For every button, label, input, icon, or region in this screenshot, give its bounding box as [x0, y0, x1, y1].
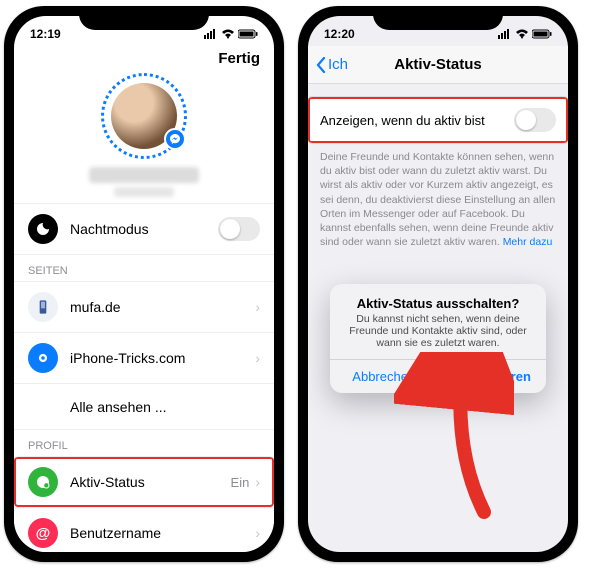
show-active-toggle[interactable] — [514, 108, 556, 132]
chevron-right-icon: › — [255, 474, 260, 490]
at-icon: @ — [28, 518, 58, 548]
phone-left: 12:19 Fertig Nachtmodus — [4, 6, 284, 562]
chevron-right-icon: › — [255, 299, 260, 315]
notch — [79, 6, 209, 30]
section-pages: SEITEN — [14, 254, 274, 281]
page-icon-iphonetricks — [28, 343, 58, 373]
dialog-title: Aktiv-Status ausschalten? — [330, 284, 546, 313]
page-row-iphonetricks[interactable]: iPhone-Tricks.com › — [14, 332, 274, 383]
wifi-icon — [221, 29, 235, 39]
profile-area — [14, 69, 274, 203]
confirm-dialog: Aktiv-Status ausschalten? Du kannst nich… — [330, 284, 546, 393]
dialog-body: Du kannst nicht sehen, wenn deine Freund… — [330, 313, 546, 359]
nav-bar-left: Fertig — [14, 46, 274, 69]
status-time: 12:20 — [324, 27, 355, 41]
username-label: Benutzername — [70, 525, 249, 541]
phone-right: 12:20 Ich Aktiv-Status Anzeigen, wenn du… — [298, 6, 578, 562]
active-status-icon — [28, 467, 58, 497]
active-status-row[interactable]: Aktiv-Status Ein › — [14, 456, 274, 507]
section-profile: PROFIL — [14, 429, 274, 456]
see-all-row[interactable]: Alle ansehen ... — [14, 383, 274, 429]
page-icon-mufa — [28, 292, 58, 322]
status-time: 12:19 — [30, 27, 61, 41]
chevron-right-icon: › — [255, 350, 260, 366]
signal-icon — [498, 29, 512, 39]
scan-code-ring[interactable] — [101, 73, 187, 159]
profile-name-blurred — [89, 167, 199, 183]
battery-icon — [532, 29, 552, 39]
learn-more-link[interactable]: Mehr dazu — [503, 236, 553, 248]
dialog-buttons: Abbrechen Deaktivieren — [330, 359, 546, 393]
active-status-value: Ein — [231, 475, 250, 490]
nightmode-row[interactable]: Nachtmodus — [14, 203, 274, 254]
nightmode-toggle[interactable] — [218, 217, 260, 241]
screen-right: 12:20 Ich Aktiv-Status Anzeigen, wenn du… — [308, 16, 568, 552]
page-title: Aktiv-Status — [308, 56, 568, 73]
nightmode-label: Nachtmodus — [70, 221, 218, 237]
profile-sub-blurred — [114, 187, 174, 197]
setting-description: Deine Freunde und Kontakte können sehen,… — [308, 144, 568, 249]
deactivate-button[interactable]: Deaktivieren — [438, 360, 547, 393]
page-label: iPhone-Tricks.com — [70, 350, 249, 366]
status-icons — [204, 29, 258, 39]
active-status-label: Aktiv-Status — [70, 474, 231, 490]
show-active-label: Anzeigen, wenn du aktiv bist — [320, 113, 485, 128]
username-row[interactable]: @ Benutzername › — [14, 507, 274, 552]
done-button[interactable]: Fertig — [218, 50, 260, 67]
cancel-button[interactable]: Abbrechen — [330, 360, 438, 393]
status-icons — [498, 29, 552, 39]
show-active-row[interactable]: Anzeigen, wenn du aktiv bist — [308, 96, 568, 144]
wifi-icon — [515, 29, 529, 39]
screen-left: 12:19 Fertig Nachtmodus — [14, 16, 274, 552]
see-all-label: Alle ansehen ... — [70, 399, 260, 415]
moon-icon — [28, 214, 58, 244]
page-label: mufa.de — [70, 299, 249, 315]
chevron-right-icon: › — [255, 525, 260, 541]
desc-text: Deine Freunde und Kontakte können sehen,… — [320, 151, 555, 248]
battery-icon — [238, 29, 258, 39]
notch — [373, 6, 503, 30]
page-row-mufa[interactable]: mufa.de › — [14, 281, 274, 332]
nav-bar-right: Ich Aktiv-Status — [308, 46, 568, 84]
signal-icon — [204, 29, 218, 39]
messenger-badge-icon — [164, 128, 186, 150]
